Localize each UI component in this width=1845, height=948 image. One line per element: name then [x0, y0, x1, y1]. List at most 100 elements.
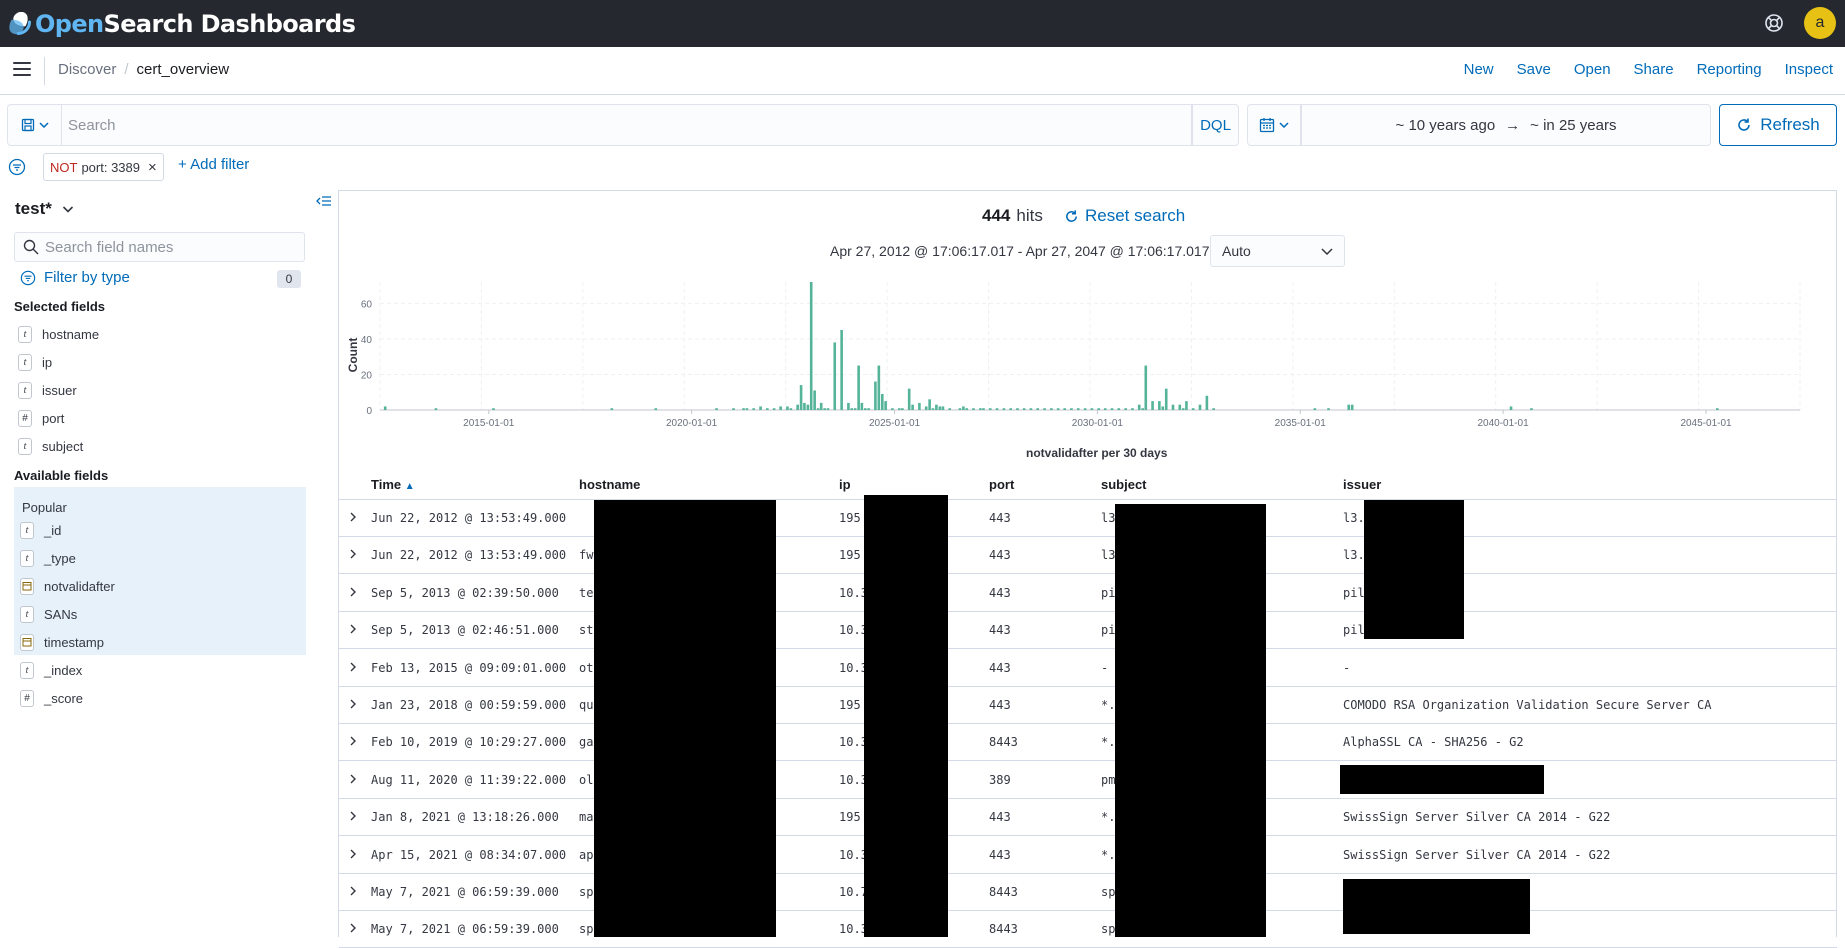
add-filter-button[interactable]: + Add filter [178, 156, 249, 173]
histogram-bar[interactable] [1205, 395, 1209, 410]
histogram-bar[interactable] [1191, 408, 1195, 410]
histogram-bar[interactable] [928, 399, 931, 410]
column-header-time[interactable]: Time ▲ [371, 477, 415, 492]
field-item[interactable]: t hostname [18, 323, 99, 345]
histogram-chart[interactable]: 0 20 40 60 Count 2015-01-01 2020-01-01 2025-01-… [340, 278, 1810, 458]
field-item[interactable]: t issuer [18, 379, 77, 401]
histogram-bar[interactable] [799, 385, 803, 410]
column-header-port[interactable]: port [989, 477, 1014, 492]
histogram-bar[interactable] [1178, 404, 1182, 410]
field-item[interactable]: t _id [20, 519, 61, 541]
table-row[interactable]: Jan 8, 2021 @ 13:18:26.000 ma 195 443 *. Swis… [339, 799, 1837, 837]
column-header-subject[interactable]: subject [1101, 477, 1147, 492]
column-header-issuer[interactable]: issuer [1343, 477, 1381, 492]
column-header-ip[interactable]: ip [839, 477, 851, 492]
histogram-bar[interactable] [911, 404, 914, 410]
histogram-bar[interactable] [492, 408, 495, 410]
histogram-bar[interactable] [982, 408, 985, 410]
histogram-bar[interactable] [1056, 408, 1060, 410]
histogram-bar[interactable] [823, 408, 826, 410]
histogram-bar[interactable] [884, 401, 887, 410]
histogram-bar[interactable] [907, 388, 911, 410]
histogram-bar[interactable] [1137, 404, 1141, 410]
histogram-bar[interactable] [732, 408, 735, 410]
table-row[interactable]: May 7, 2021 @ 06:59:39.000 sp 10.7 8443 sp [339, 874, 1837, 911]
menu-icon[interactable] [13, 62, 31, 78]
histogram-bar[interactable] [897, 408, 901, 410]
histogram-bar[interactable] [924, 406, 928, 410]
histogram-bar[interactable] [1009, 408, 1013, 410]
histogram-bar[interactable] [840, 330, 843, 410]
histogram-bar[interactable] [1151, 401, 1154, 410]
histogram-bar[interactable] [796, 404, 799, 410]
expand-row-icon[interactable] [347, 661, 359, 673]
histogram-bar[interactable] [1313, 408, 1317, 410]
expand-row-icon[interactable] [347, 848, 359, 860]
histogram-bar[interactable] [1198, 404, 1202, 410]
histogram-bar[interactable] [965, 408, 969, 410]
histogram-bar[interactable] [1181, 408, 1185, 410]
histogram-bar[interactable] [1161, 406, 1165, 410]
query-language-button[interactable]: DQL [1192, 104, 1239, 146]
histogram-bar[interactable] [1164, 388, 1168, 410]
field-item[interactable]: timestamp [20, 631, 104, 653]
saved-query-button[interactable] [7, 104, 61, 146]
filter-by-type-button[interactable]: Filter by type [20, 269, 130, 286]
histogram-bar[interactable] [1063, 408, 1066, 410]
histogram-bar[interactable] [745, 408, 749, 410]
expand-row-icon[interactable] [347, 548, 359, 560]
histogram-bar[interactable] [995, 408, 999, 410]
histogram-bar[interactable] [988, 408, 992, 410]
expand-row-icon[interactable] [347, 623, 359, 635]
histogram-bar[interactable] [918, 402, 921, 410]
histogram-bar[interactable] [715, 408, 718, 410]
histogram-bar[interactable] [958, 408, 962, 410]
histogram-bar[interactable] [1131, 408, 1134, 410]
histogram-bar[interactable] [1141, 408, 1144, 410]
histogram-bar[interactable] [1043, 408, 1046, 410]
histogram-bar[interactable] [1212, 408, 1215, 410]
field-item[interactable]: t SANs [20, 603, 77, 625]
histogram-bar[interactable] [1185, 401, 1188, 410]
histogram-bar[interactable] [1509, 406, 1513, 410]
end-date-button[interactable]: ~ in 25 years [1530, 117, 1616, 134]
histogram-bar[interactable] [809, 282, 813, 410]
reporting-button[interactable]: Reporting [1697, 61, 1762, 78]
table-row[interactable]: Aug 11, 2020 @ 11:39:22.000 ol 10.3 389 pm [339, 762, 1837, 799]
histogram-bar[interactable] [1050, 408, 1053, 410]
histogram-bar[interactable] [786, 406, 789, 410]
histogram-bar[interactable] [1350, 404, 1354, 410]
search-input[interactable] [62, 105, 1192, 145]
inspect-button[interactable]: Inspect [1785, 61, 1833, 78]
histogram-bar[interactable] [931, 408, 935, 410]
field-item[interactable]: t ip [18, 351, 52, 373]
histogram-bar[interactable] [383, 406, 387, 410]
histogram-bar[interactable] [880, 394, 884, 410]
histogram-bar[interactable] [759, 406, 762, 410]
histogram-bar[interactable] [803, 402, 806, 410]
histogram-bar[interactable] [1347, 404, 1351, 410]
table-row[interactable]: Feb 13, 2015 @ 09:09:01.000 ot 10.3 443 - - [339, 650, 1837, 687]
column-header-hostname[interactable]: hostname [579, 477, 640, 492]
opensearch-logo[interactable]: OpenSearch Dashboards [8, 9, 356, 39]
histogram-bar[interactable] [1022, 408, 1026, 410]
histogram-bar[interactable] [948, 408, 952, 410]
histogram-bar[interactable] [877, 365, 881, 410]
histogram-bar[interactable] [779, 406, 782, 410]
histogram-bar[interactable] [816, 408, 820, 410]
expand-row-icon[interactable] [347, 698, 359, 710]
histogram-bar[interactable] [1530, 408, 1533, 410]
field-item[interactable]: t subject [18, 435, 83, 457]
table-row[interactable]: Sep 5, 2013 @ 02:46:51.000 st 10.3 443 pi pil [339, 612, 1837, 650]
sort-ascending-icon[interactable]: ▲ [405, 481, 415, 492]
histogram-bar[interactable] [972, 408, 975, 410]
histogram-bar[interactable] [1171, 404, 1175, 410]
expand-row-icon[interactable] [347, 885, 359, 897]
histogram-bar[interactable] [863, 408, 867, 410]
histogram-bar[interactable] [752, 408, 755, 410]
histogram-bar[interactable] [1090, 408, 1094, 410]
histogram-bar[interactable] [833, 342, 837, 410]
reset-search-button[interactable]: Reset search [1064, 206, 1185, 226]
expand-row-icon[interactable] [347, 511, 359, 523]
histogram-bar[interactable] [654, 408, 658, 410]
